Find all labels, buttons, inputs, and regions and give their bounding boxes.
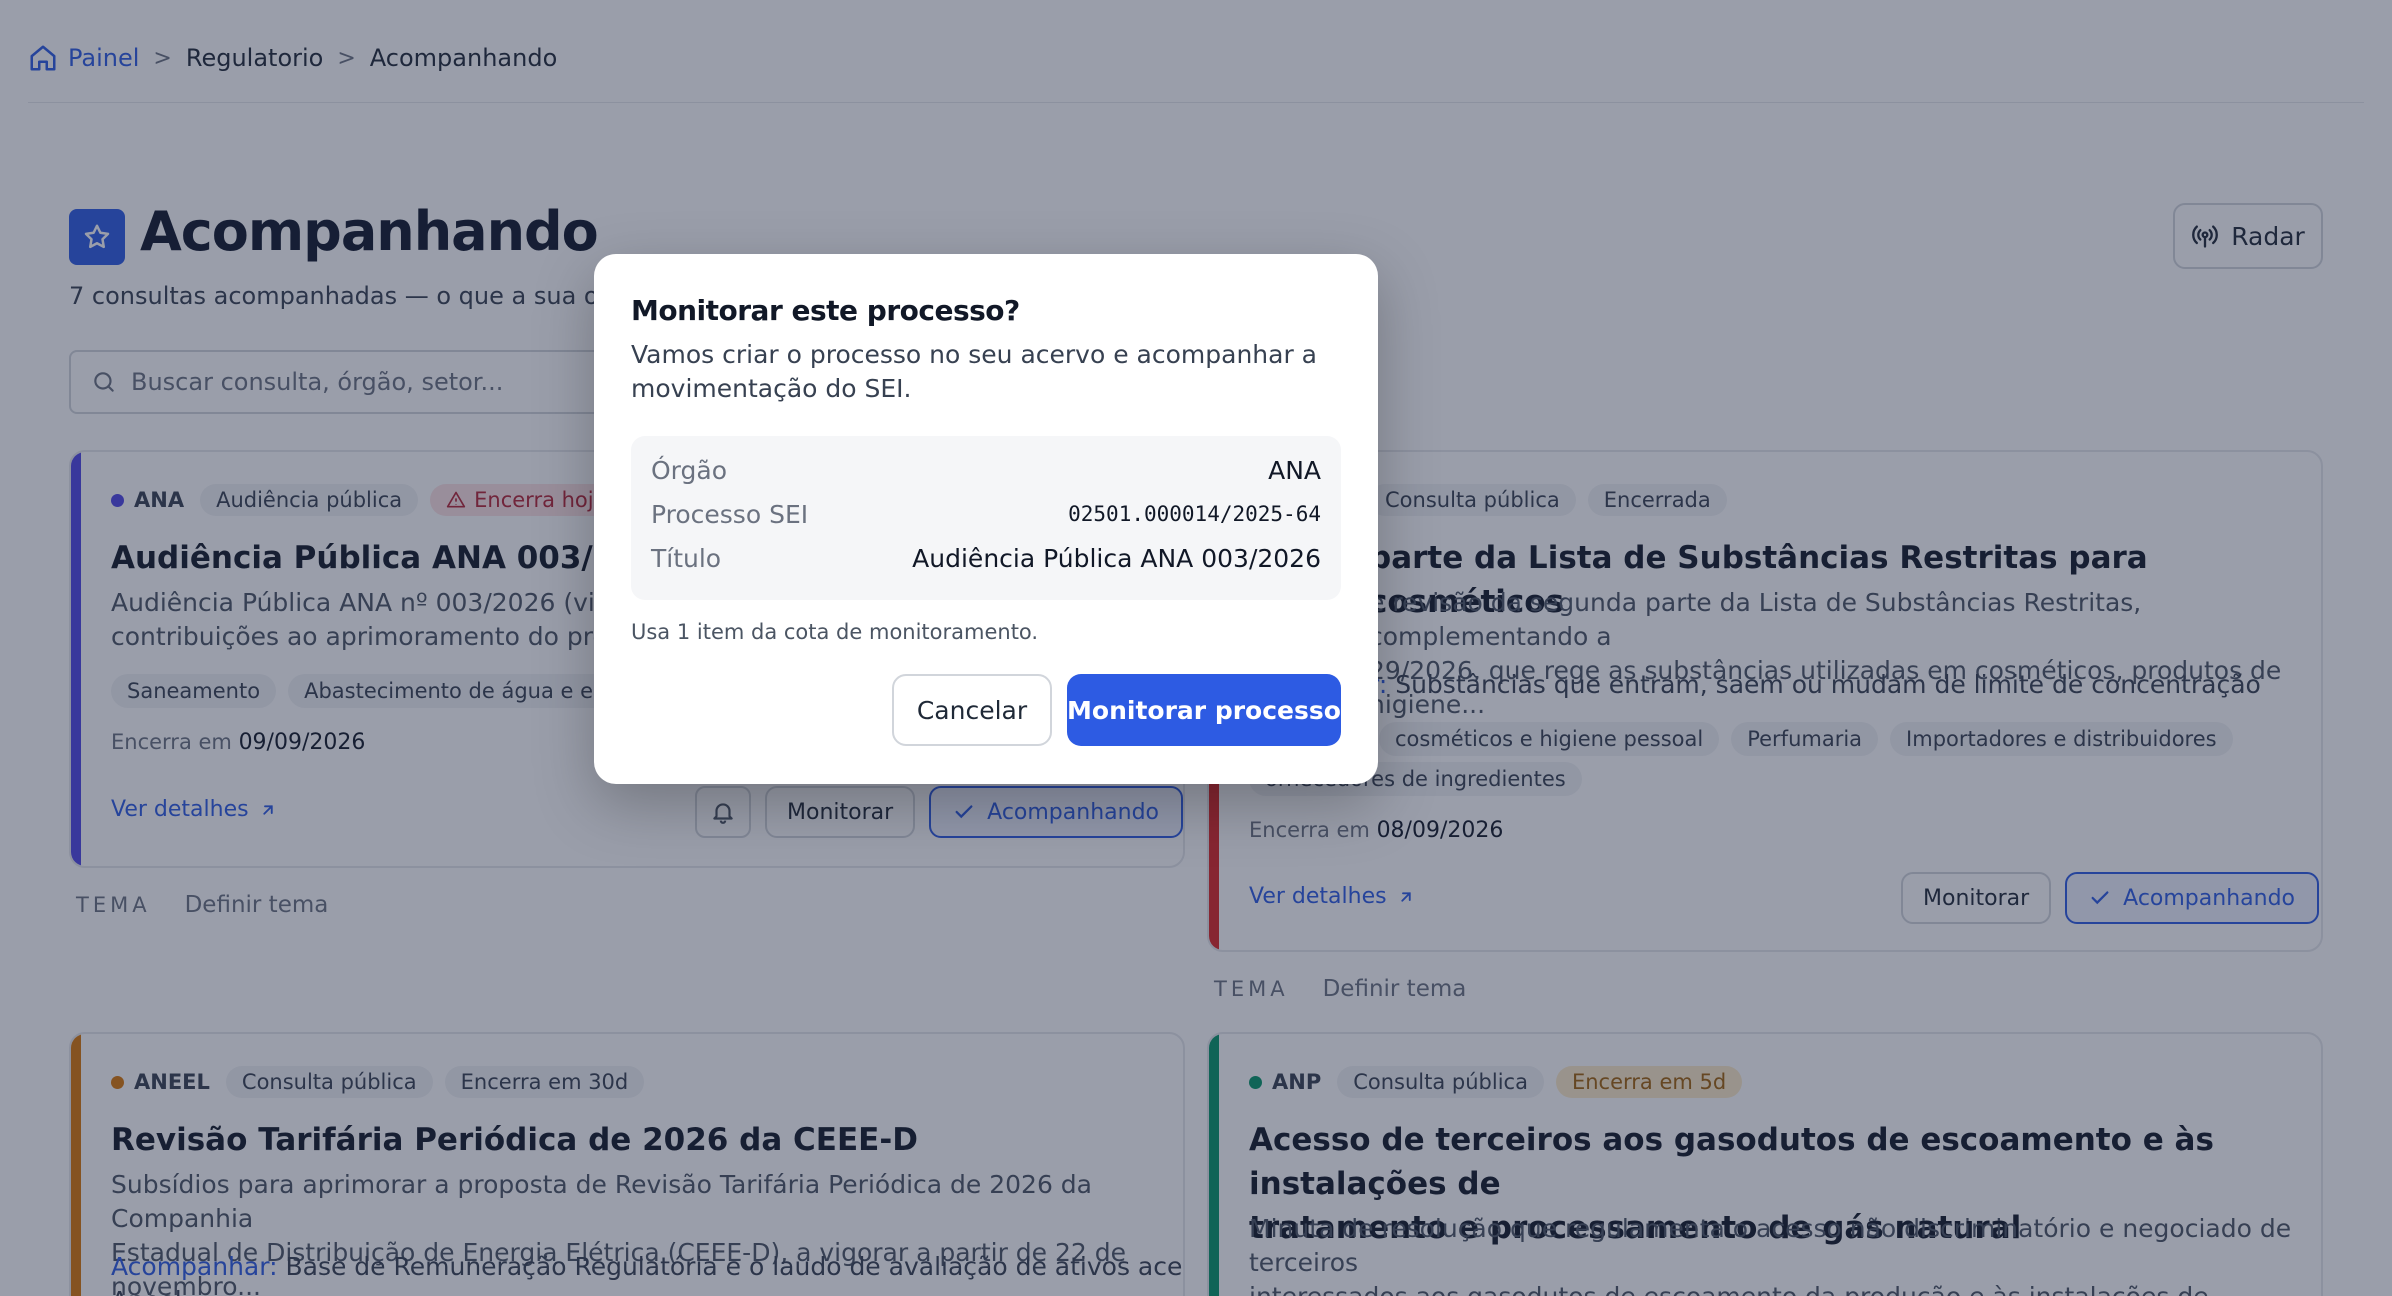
dialog-description: Vamos criar o processo no seu acervo e a…	[631, 340, 1317, 403]
summary-key: Processo SEI	[651, 499, 809, 529]
summary-row-agency: Órgão ANA	[651, 450, 1321, 490]
monitor-process-dialog: Monitorar este processo? Vamos criar o p…	[594, 254, 1378, 784]
summary-value: Audiência Pública ANA 003/2026	[912, 543, 1321, 573]
monitor-process-button[interactable]: Monitorar processo	[1067, 674, 1341, 746]
quota-note: Usa 1 item da cota de monitoramento.	[631, 620, 1039, 644]
summary-value: 02501.000014/2025-64	[1068, 502, 1321, 526]
summary-value: ANA	[1268, 455, 1321, 485]
cancel-button[interactable]: Cancelar	[892, 674, 1052, 746]
summary-row-title: Título Audiência Pública ANA 003/2026	[651, 538, 1321, 578]
dialog-title: Monitorar este processo?	[631, 294, 1020, 327]
summary-key: Órgão	[651, 455, 728, 485]
process-summary: Órgão ANA Processo SEI 02501.000014/2025…	[631, 436, 1341, 600]
summary-row-process: Processo SEI 02501.000014/2025-64	[651, 494, 1321, 534]
summary-key: Título	[651, 543, 722, 573]
